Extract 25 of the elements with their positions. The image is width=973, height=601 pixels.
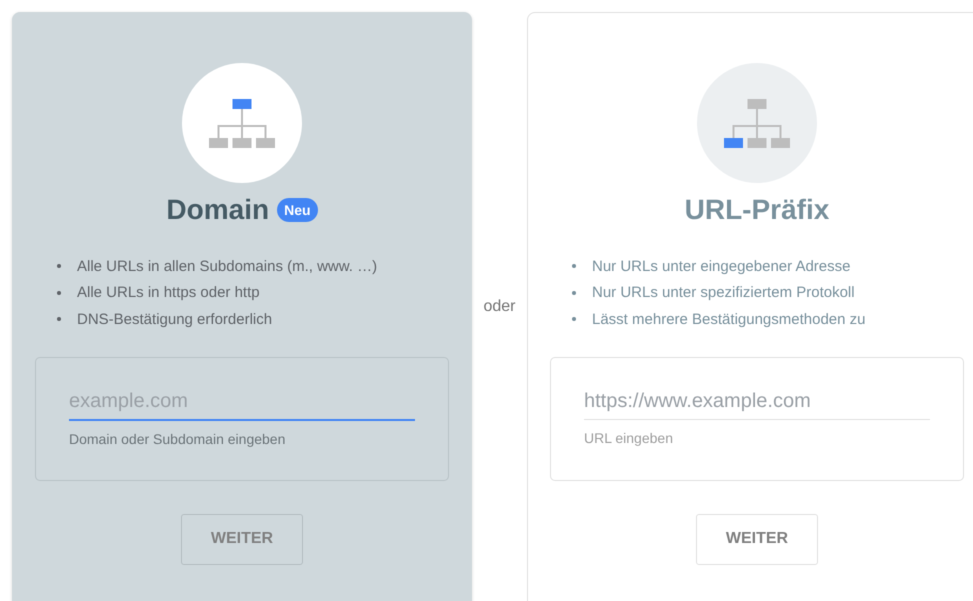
sitemap-icon	[724, 98, 790, 148]
sitemap-icon	[209, 98, 275, 148]
bullet-icon	[57, 264, 61, 268]
bullet-icon	[572, 290, 576, 295]
feature-text: Nur URLs unter eingegebener Adresse	[592, 258, 850, 275]
field-hint: URL eingeben	[584, 430, 674, 446]
option-card[interactable]: URL-Präfix Nur URLs unter eingegebener Adresse Nur URLs unter spezifiziertem Protokoll Lässt mehrere Bestätigungsmethoden zu https://www.example.com URL eingeben WEITER	[527, 12, 973, 601]
bullet-icon	[57, 290, 61, 295]
input-field[interactable]: example.com	[69, 386, 415, 420]
continue-button[interactable]: WEITER	[181, 514, 303, 564]
feature-text: Alle URLs in https oder http	[77, 284, 260, 302]
feature-text: Nur URLs unter spezifiziertem Protokoll	[592, 284, 855, 302]
option-card[interactable]: Domain Neu Alle URLs in allen Subdomains (m., www. …) Alle URLs in https oder http DNS-Bestätigung erforderlich example.com Domain oder Subdomain eingeben WEITER	[12, 12, 472, 601]
feature-text: Alle URLs in allen Subdomains (m., www. …)	[77, 258, 378, 275]
option-title: Domain	[166, 194, 270, 226]
new-badge: Neu	[277, 198, 318, 222]
feature-text: Lässt mehrere Bestätigungsmethoden zu	[592, 310, 866, 328]
separator-text: oder	[483, 298, 516, 316]
bullet-icon	[57, 317, 61, 322]
feature-text: DNS-Bestätigung erforderlich	[77, 310, 272, 328]
option-title: URL-Präfix	[684, 194, 830, 226]
continue-button[interactable]: WEITER	[696, 514, 818, 564]
bullet-icon	[572, 317, 576, 322]
field-hint: Domain oder Subdomain eingeben	[69, 430, 286, 446]
bullet-icon	[572, 264, 576, 268]
